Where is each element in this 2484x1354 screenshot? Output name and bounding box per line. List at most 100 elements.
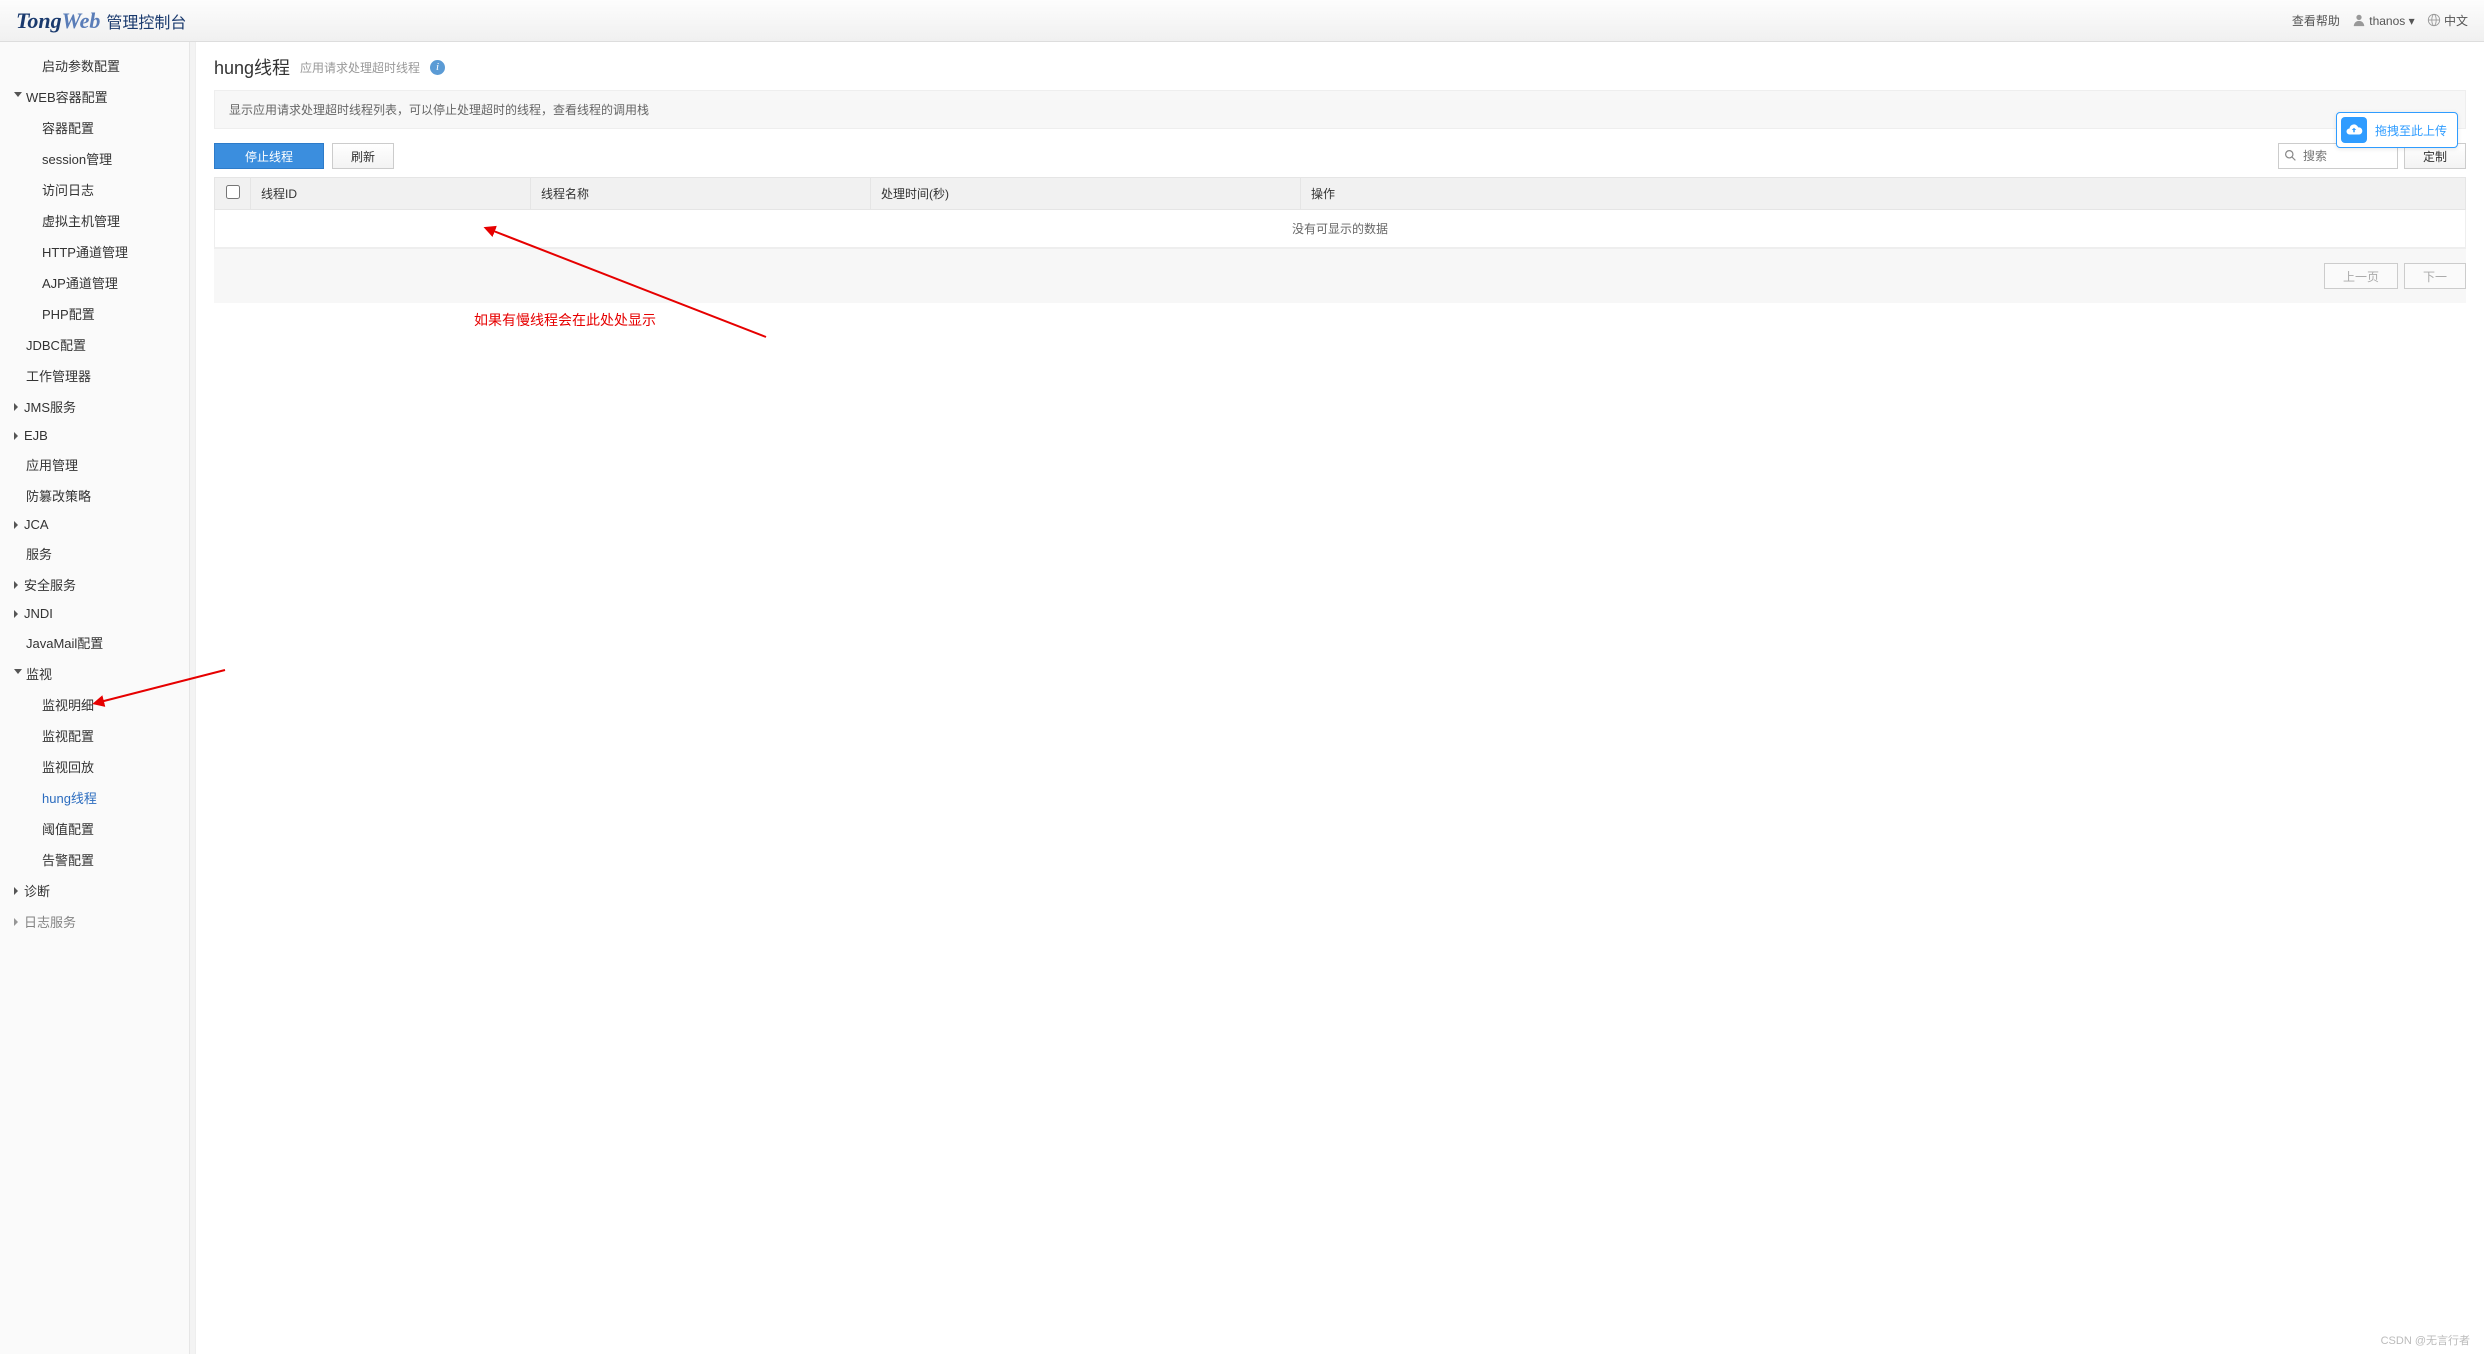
sidebar-item-label: 监视明细 bbox=[42, 695, 94, 714]
col-time: 处理时间(秒) bbox=[871, 178, 1301, 210]
empty-message: 没有可显示的数据 bbox=[215, 210, 2466, 248]
next-page-button[interactable]: 下一 bbox=[2404, 263, 2466, 289]
caret-icon bbox=[14, 887, 18, 895]
page-title: hung线程 bbox=[214, 54, 290, 80]
caret-icon bbox=[14, 918, 18, 926]
sidebar-item-27[interactable]: 诊断 bbox=[0, 875, 189, 906]
caret-icon bbox=[14, 610, 18, 618]
thread-table: 线程ID 线程名称 处理时间(秒) 操作 没有可显示的数据 bbox=[214, 177, 2466, 248]
sidebar-item-label: hung线程 bbox=[42, 788, 97, 807]
sidebar-item-4[interactable]: 访问日志 bbox=[0, 174, 189, 205]
sidebar-item-21[interactable]: 监视明细 bbox=[0, 689, 189, 720]
globe-icon bbox=[2427, 13, 2441, 27]
sidebar-item-20[interactable]: 监视 bbox=[0, 658, 189, 689]
page-subtitle: 应用请求处理超时线程 bbox=[300, 59, 420, 76]
lang-label: 中文 bbox=[2444, 14, 2468, 28]
sidebar-item-label: JavaMail配置 bbox=[26, 633, 103, 652]
sidebar-item-1[interactable]: WEB容器配置 bbox=[0, 81, 189, 112]
sidebar-item-7[interactable]: AJP通道管理 bbox=[0, 267, 189, 298]
sidebar-item-label: EJB bbox=[24, 428, 48, 443]
lang-switch[interactable]: 中文 bbox=[2427, 12, 2468, 29]
logo-subtitle: 管理控制台 bbox=[106, 9, 186, 33]
sidebar-item-15[interactable]: JCA bbox=[0, 511, 189, 538]
sidebar-item-label: 安全服务 bbox=[24, 575, 76, 594]
upload-widget[interactable]: 拖拽至此上传 bbox=[2336, 112, 2458, 148]
page-header: hung线程 应用请求处理超时线程 i bbox=[214, 54, 2466, 80]
sidebar-item-10[interactable]: 工作管理器 bbox=[0, 360, 189, 391]
sidebar-item-0[interactable]: 启动参数配置 bbox=[0, 50, 189, 81]
logo: TongWeb 管理控制台 bbox=[16, 8, 186, 34]
sidebar-item-28[interactable]: 日志服务 bbox=[0, 906, 189, 937]
upload-label: 拖拽至此上传 bbox=[2375, 122, 2447, 139]
pager: 上一页 下一 bbox=[214, 248, 2466, 303]
caret-icon bbox=[14, 669, 22, 678]
user-icon bbox=[2352, 13, 2366, 27]
caret-icon bbox=[14, 92, 22, 101]
sidebar-item-6[interactable]: HTTP通道管理 bbox=[0, 236, 189, 267]
watermark: CSDN @无言行者 bbox=[2381, 1332, 2470, 1348]
sidebar-item-23[interactable]: 监视回放 bbox=[0, 751, 189, 782]
sidebar-item-label: WEB容器配置 bbox=[26, 87, 108, 106]
sidebar-item-label: 防篡改策略 bbox=[26, 486, 91, 505]
sidebar-item-label: 日志服务 bbox=[24, 912, 76, 931]
info-icon[interactable]: i bbox=[430, 60, 445, 75]
sidebar-item-label: 阈值配置 bbox=[42, 819, 94, 838]
sidebar-item-18[interactable]: JNDI bbox=[0, 600, 189, 627]
sidebar-item-label: JDBC配置 bbox=[26, 335, 86, 354]
cloud-upload-icon bbox=[2341, 117, 2367, 143]
refresh-button[interactable]: 刷新 bbox=[332, 143, 394, 169]
sidebar-item-label: HTTP通道管理 bbox=[42, 242, 128, 261]
sidebar-item-2[interactable]: 容器配置 bbox=[0, 112, 189, 143]
help-link[interactable]: 查看帮助 bbox=[2292, 12, 2340, 29]
sidebar-item-label: PHP配置 bbox=[42, 304, 95, 323]
sidebar-item-17[interactable]: 安全服务 bbox=[0, 569, 189, 600]
sidebar-item-11[interactable]: JMS服务 bbox=[0, 391, 189, 422]
sidebar-item-5[interactable]: 虚拟主机管理 bbox=[0, 205, 189, 236]
col-thread-id: 线程ID bbox=[251, 178, 531, 210]
main-content: hung线程 应用请求处理超时线程 i 显示应用请求处理超时线程列表，可以停止处… bbox=[196, 42, 2484, 1354]
logo-text-1: Tong bbox=[16, 8, 62, 34]
caret-icon bbox=[14, 403, 18, 411]
sidebar-item-3[interactable]: session管理 bbox=[0, 143, 189, 174]
sidebar-item-22[interactable]: 监视配置 bbox=[0, 720, 189, 751]
col-thread-name: 线程名称 bbox=[531, 178, 871, 210]
sidebar-item-label: 诊断 bbox=[24, 881, 50, 900]
select-all-checkbox[interactable] bbox=[226, 185, 240, 199]
sidebar-item-label: JMS服务 bbox=[24, 397, 76, 416]
sidebar-item-8[interactable]: PHP配置 bbox=[0, 298, 189, 329]
sidebar-item-26[interactable]: 告警配置 bbox=[0, 844, 189, 875]
description-box: 显示应用请求处理超时线程列表，可以停止处理超时的线程，查看线程的调用栈 bbox=[214, 90, 2466, 129]
sidebar-item-24[interactable]: hung线程 bbox=[0, 782, 189, 813]
logo-text-2: Web bbox=[62, 8, 101, 34]
sidebar[interactable]: 启动参数配置 WEB容器配置容器配置 session管理访问日志虚拟主机管理 HTTP… bbox=[0, 42, 190, 1354]
annotation-text-main: 如果有慢线程会在此处处显示 bbox=[474, 310, 656, 330]
sidebar-item-label: 访问日志 bbox=[42, 180, 94, 199]
stop-thread-button[interactable]: 停止线程 bbox=[214, 143, 324, 169]
sidebar-item-label: 告警配置 bbox=[42, 850, 94, 869]
sidebar-item-label: session管理 bbox=[42, 149, 112, 168]
sidebar-item-label: 工作管理器 bbox=[26, 366, 91, 385]
sidebar-item-9[interactable]: JDBC配置 bbox=[0, 329, 189, 360]
sidebar-item-25[interactable]: 阈值配置 bbox=[0, 813, 189, 844]
sidebar-item-19[interactable]: JavaMail配置 bbox=[0, 627, 189, 658]
caret-icon bbox=[14, 581, 18, 589]
sidebar-item-label: 监视 bbox=[26, 664, 52, 683]
topbar: TongWeb 管理控制台 查看帮助 thanos ▾ 中文 bbox=[0, 0, 2484, 42]
user-menu[interactable]: thanos ▾ bbox=[2352, 13, 2415, 28]
caret-icon bbox=[14, 432, 18, 440]
search-icon bbox=[2284, 149, 2297, 162]
sidebar-item-16[interactable]: 服务 bbox=[0, 538, 189, 569]
sidebar-item-label: 虚拟主机管理 bbox=[42, 211, 120, 230]
prev-page-button[interactable]: 上一页 bbox=[2324, 263, 2398, 289]
sidebar-item-label: 容器配置 bbox=[42, 118, 94, 137]
sidebar-item-label: JNDI bbox=[24, 606, 53, 621]
sidebar-item-12[interactable]: EJB bbox=[0, 422, 189, 449]
user-name: thanos bbox=[2369, 14, 2405, 28]
caret-icon bbox=[14, 521, 18, 529]
sidebar-item-label: 监视回放 bbox=[42, 757, 94, 776]
topbar-right: 查看帮助 thanos ▾ 中文 bbox=[2292, 12, 2468, 29]
sidebar-item-13[interactable]: 应用管理 bbox=[0, 449, 189, 480]
sidebar-item-label: AJP通道管理 bbox=[42, 273, 118, 292]
sidebar-item-label: 服务 bbox=[26, 544, 52, 563]
sidebar-item-14[interactable]: 防篡改策略 bbox=[0, 480, 189, 511]
